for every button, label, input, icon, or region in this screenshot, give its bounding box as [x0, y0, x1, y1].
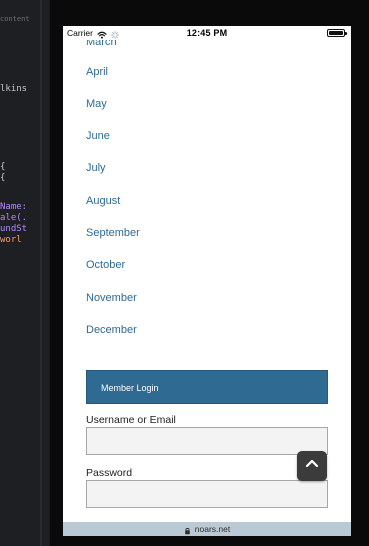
- status-bar: Carrier 12:45 PM: [63, 26, 351, 40]
- month-link[interactable]: April: [86, 62, 326, 82]
- editor-code-fragments: lkins { { Name: ale(. undSt worl: [0, 80, 44, 380]
- month-link[interactable]: June: [86, 126, 326, 146]
- member-login-header: Member Login: [86, 370, 328, 404]
- password-input[interactable]: [86, 480, 328, 508]
- status-time: 12:45 PM: [186, 28, 228, 38]
- code-line: lkins: [0, 84, 28, 94]
- code-line: worl: [0, 235, 22, 245]
- lock-icon: [184, 525, 191, 535]
- web-page-content[interactable]: March April May June July August Septemb…: [63, 40, 351, 522]
- device-screen: Carrier 12:45 PM March April May June Ju…: [63, 26, 351, 536]
- username-input[interactable]: [86, 427, 328, 455]
- month-link-partial[interactable]: March: [86, 40, 326, 52]
- url-bar[interactable]: noars.net: [63, 522, 351, 536]
- code-line: undSt: [0, 224, 28, 234]
- code-line: ale(.: [0, 213, 28, 223]
- code-line: {: [0, 173, 6, 183]
- code-line: {: [0, 162, 6, 172]
- month-link[interactable]: May: [86, 94, 326, 114]
- editor-tab-fragment: content: [0, 15, 30, 23]
- battery-tip: [345, 32, 347, 35]
- chevron-up-icon: [304, 456, 320, 477]
- month-link[interactable]: December: [86, 320, 326, 340]
- battery-icon: [327, 29, 347, 37]
- month-link[interactable]: September: [86, 223, 326, 243]
- month-link[interactable]: August: [86, 191, 326, 211]
- month-link[interactable]: October: [86, 255, 326, 275]
- scroll-to-top-button[interactable]: [297, 451, 327, 481]
- code-line: Name:: [0, 202, 28, 212]
- month-link[interactable]: November: [86, 288, 326, 308]
- username-label: Username or Email: [86, 414, 176, 426]
- password-label: Password: [86, 467, 133, 479]
- battery-fill: [329, 31, 343, 35]
- month-link[interactable]: July: [86, 158, 326, 178]
- url-domain: noars.net: [194, 524, 231, 534]
